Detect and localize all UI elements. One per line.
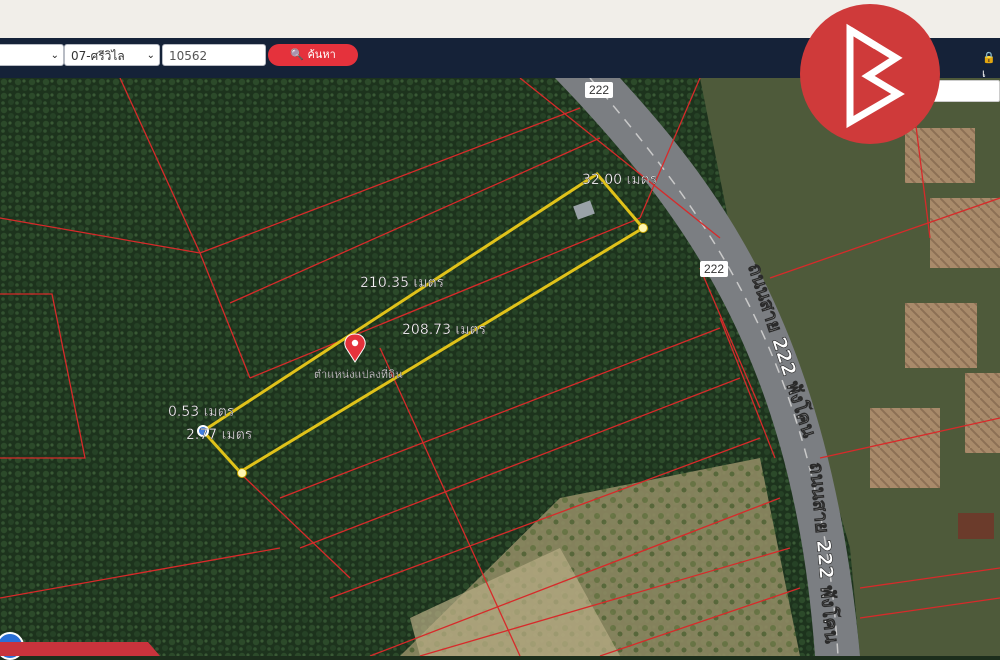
satellite-map: 222 222 ถนนสาย 222 พังโคน ถนนสาย 222 พัง… — [0, 78, 1000, 656]
district-select[interactable]: 07-ศรีวิไล ⌄ — [64, 44, 160, 66]
route-shield-top: 222 — [585, 82, 613, 98]
parcel-vertex — [237, 468, 247, 478]
route-shield-mid: 222 — [700, 261, 728, 277]
measure-west-edge: 2.77 เมตร — [186, 427, 253, 443]
measure-north-side: 210.35 เมตร — [360, 275, 445, 291]
parcel-vertex — [638, 223, 648, 233]
field-plot — [870, 408, 940, 488]
province-select[interactable]: ⌄ — [0, 44, 64, 66]
building — [958, 513, 994, 539]
postcode-input[interactable]: 10562 — [162, 44, 266, 66]
chevron-down-icon: ⌄ — [146, 50, 155, 61]
field-plot — [930, 198, 1000, 268]
listing-badge — [0, 642, 160, 656]
measure-west-short: 0.53 เมตร — [168, 404, 235, 420]
brand-logo-icon — [846, 23, 905, 129]
svg-text:222: 222 — [589, 83, 609, 97]
brand-logo — [800, 4, 940, 144]
lock-icon: 🔒 — [982, 51, 996, 64]
search-button-label: ค้นหา — [307, 48, 336, 61]
measure-south-side: 208.73 เมตร — [402, 322, 487, 338]
measure-top-edge: 32.00 เมตร — [582, 172, 658, 188]
field-plot — [965, 373, 1000, 453]
svg-text:222: 222 — [704, 262, 724, 276]
district-select-value: 07-ศรีวิไล — [71, 49, 125, 63]
parcel-label: ตำแหน่งแปลงที่ดิน — [314, 366, 403, 381]
search-icon: 🔍 — [290, 48, 304, 61]
chevron-down-icon: ⌄ — [50, 50, 59, 61]
postcode-input-value: 10562 — [169, 49, 208, 63]
search-button[interactable]: 🔍 ค้นหา — [268, 44, 358, 66]
field-plot — [905, 303, 977, 368]
map-view[interactable]: 222 222 ถนนสาย 222 พังโคน ถนนสาย 222 พัง… — [0, 78, 1000, 656]
